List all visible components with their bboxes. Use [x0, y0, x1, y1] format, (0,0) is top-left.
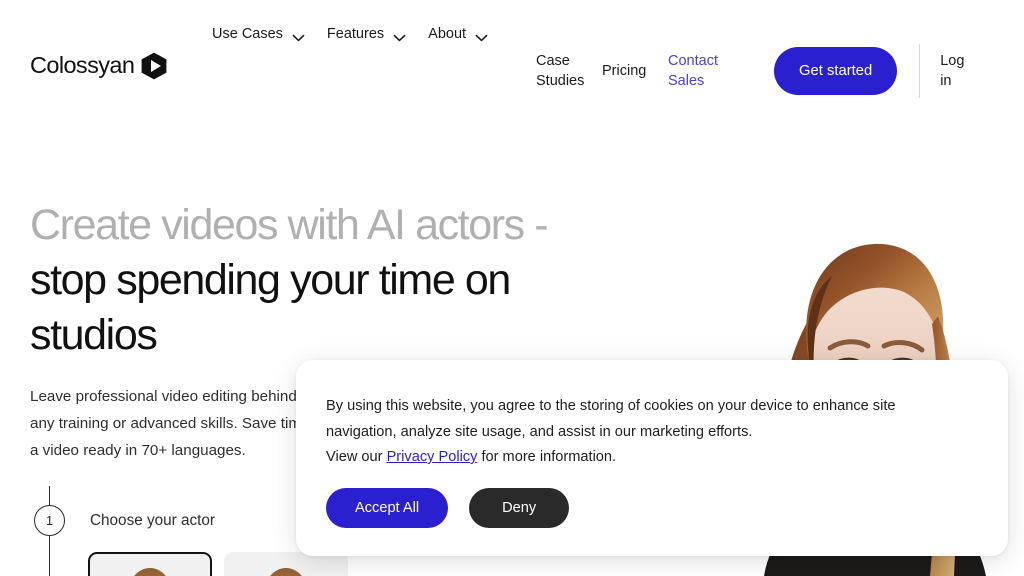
hero-headline: Create videos with AI actors - stop spen…	[30, 198, 590, 363]
hero-headline-muted: Create videos with AI actors -	[30, 201, 547, 249]
nav-link-case-studies[interactable]: Case Studies	[536, 51, 602, 91]
nav-item-about[interactable]: About	[428, 20, 488, 48]
nav-link-log-in[interactable]: Log in	[940, 51, 974, 91]
chevron-down-icon	[475, 30, 488, 38]
nav-item-use-cases[interactable]: Use Cases	[212, 20, 305, 48]
primary-nav: Use Cases Features About	[212, 20, 512, 48]
site-header: Colossyan Use Cases Features	[0, 0, 1024, 136]
cookie-view-our: View our	[326, 449, 387, 465]
cookie-text-line3: View our Privacy Policy for more informa…	[326, 449, 616, 465]
get-started-button[interactable]: Get started	[774, 47, 897, 95]
actor-avatar-icon	[264, 568, 308, 576]
accept-all-button[interactable]: Accept All	[326, 488, 448, 528]
header-divider	[919, 44, 920, 98]
brand-name: Colossyan	[30, 54, 134, 78]
cookie-for-more: for more information.	[477, 449, 616, 465]
nav-link-contact-sales[interactable]: Contact Sales	[668, 51, 738, 91]
cookie-banner-actions: Accept All Deny	[326, 488, 569, 528]
chevron-down-icon	[292, 30, 305, 38]
cookie-banner-text: By using this website, you agree to the …	[326, 394, 966, 471]
actor-thumbnail-1[interactable]	[88, 552, 212, 576]
nav-item-features[interactable]: Features	[327, 20, 406, 48]
step-label: Choose your actor	[90, 512, 215, 530]
step-number-badge: 1	[34, 505, 65, 536]
page-root: Colossyan Use Cases Features	[0, 0, 1024, 576]
nav-item-label: About	[428, 26, 466, 42]
nav-item-label: Features	[327, 26, 384, 42]
actor-avatar-icon	[128, 568, 172, 576]
cookie-text-line2: navigation, analyze site usage, and assi…	[326, 420, 966, 446]
hexagon-play-icon	[141, 52, 167, 80]
nav-link-pricing[interactable]: Pricing	[602, 61, 668, 81]
cookie-consent-banner: By using this website, you agree to the …	[296, 360, 1008, 556]
nav-item-label: Use Cases	[212, 26, 283, 42]
brand-logo[interactable]: Colossyan	[30, 52, 167, 80]
chevron-down-icon	[393, 30, 406, 38]
secondary-nav: Case Studies Pricing Contact Sales Get s…	[536, 44, 974, 98]
cookie-text-line1: By using this website, you agree to the …	[326, 398, 896, 414]
privacy-policy-link[interactable]: Privacy Policy	[387, 449, 478, 465]
deny-button[interactable]: Deny	[469, 488, 569, 528]
hero-headline-main: stop spending your time on studios	[30, 256, 510, 359]
